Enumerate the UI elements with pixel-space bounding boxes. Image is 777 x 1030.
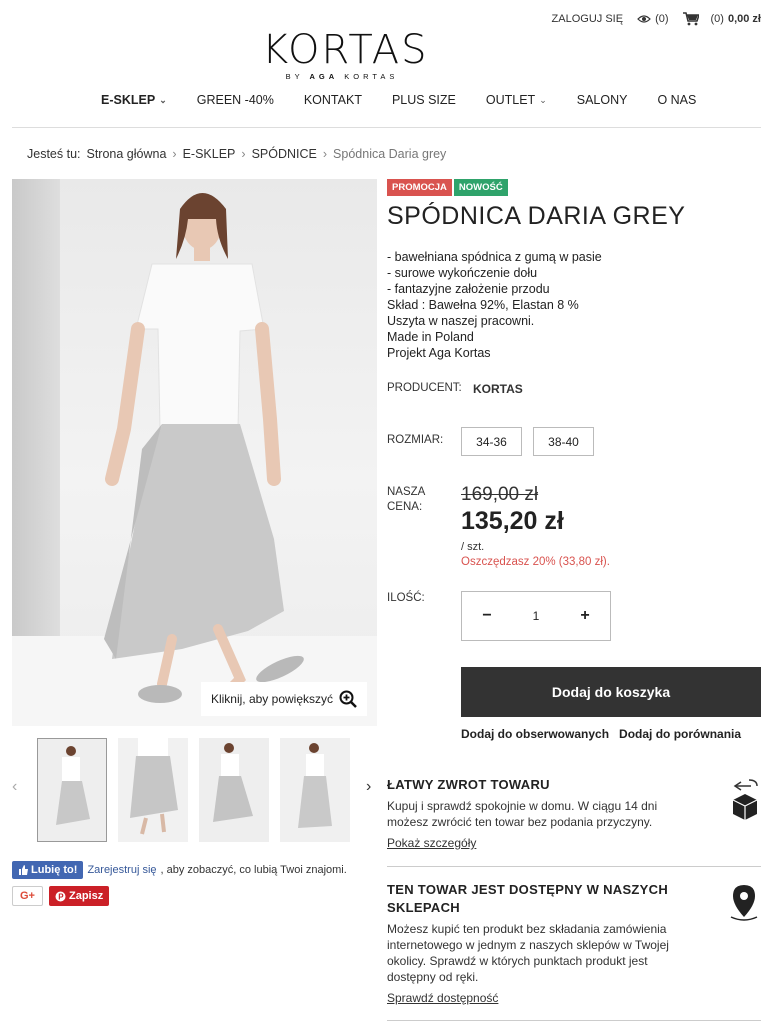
add-to-compare-link[interactable]: Dodaj do porównania xyxy=(619,727,741,741)
product-title: SPÓDNICA DARIA GREY xyxy=(387,202,686,230)
map-pin-icon xyxy=(730,885,758,921)
breadcrumb-link[interactable]: Strona główna xyxy=(87,147,167,161)
nav-item-plus-size[interactable]: PLUS SIZE xyxy=(377,93,471,107)
chevron-right-icon[interactable]: › xyxy=(366,778,371,796)
current-price: 135,20 zł xyxy=(461,507,564,535)
price-label: NASZA CENA: xyxy=(387,486,426,513)
thumbnail[interactable] xyxy=(118,738,188,842)
thumbnail-strip: ‹ › xyxy=(12,738,377,844)
breadcrumb-separator: › xyxy=(322,147,328,161)
facebook-like-button[interactable]: Lubię to! xyxy=(12,861,84,879)
chevron-down-icon: ⌄ xyxy=(539,94,547,105)
check-availability-link[interactable]: Sprawdź dostępność xyxy=(387,991,498,1005)
facebook-register-link[interactable]: Zarejestruj się xyxy=(87,864,156,876)
breadcrumb: Jesteś tu: Strona główna › E-SKLEP › SPÓ… xyxy=(27,147,446,161)
return-info-title: ŁATWY ZWROT TOWARU xyxy=(387,777,550,792)
breadcrumb-prefix: Jesteś tu: xyxy=(27,147,81,161)
store-availability-info: TEN TOWAR JEST DOSTĘPNY W NASZYCH SKLEPA… xyxy=(387,881,761,1005)
thumbnail[interactable] xyxy=(37,738,107,842)
return-details-link[interactable]: Pokaż szczegóły xyxy=(387,836,476,850)
size-option[interactable]: 38-40 xyxy=(533,427,594,456)
nav-item-o-nas[interactable]: O NAS xyxy=(642,93,711,107)
store-info-text: Możesz kupić ten produkt bez składania z… xyxy=(387,922,669,984)
producer-label: PRODUCENT: xyxy=(387,382,462,394)
quantity-stepper: − 1 + xyxy=(461,591,611,641)
google-plus-button[interactable]: G+ xyxy=(12,886,43,906)
breadcrumb-link[interactable]: E-SKLEP xyxy=(183,147,236,161)
eye-icon xyxy=(637,15,651,23)
product-description: - bawełniana spódnica z gumą w pasie - s… xyxy=(387,250,602,360)
breadcrumb-separator: › xyxy=(241,147,246,161)
price-unit: / szt. xyxy=(461,541,485,553)
login-link[interactable]: ZALOGUJ SIĘ xyxy=(552,13,624,25)
section-divider xyxy=(387,866,761,867)
pinterest-button[interactable]: P Zapisz xyxy=(48,886,110,906)
top-bar: ZALOGUJ SIĘ (0) (0) 0,00 zł xyxy=(552,12,761,26)
zoom-button[interactable]: Kliknij, aby powiększyć xyxy=(200,682,367,716)
chevron-left-icon[interactable]: ‹ xyxy=(12,778,17,796)
quantity-decrease-button[interactable]: − xyxy=(462,607,512,625)
nav-divider xyxy=(12,127,761,128)
svg-text:P: P xyxy=(58,892,64,901)
site-logo[interactable]: KORTAS BY AGA KORTAS xyxy=(262,27,429,81)
quantity-label: ILOŚĆ: xyxy=(387,592,425,604)
promo-badge: PROMOCJA xyxy=(387,179,452,196)
breadcrumb-separator: › xyxy=(172,147,177,161)
nav-item-e-sklep[interactable]: E-SKLEP ⌄ xyxy=(86,93,182,107)
share-row: G+ P Zapisz xyxy=(12,886,110,906)
cart-count: (0) xyxy=(710,13,724,25)
facebook-like-row: Lubię to! Zarejestruj się , aby zobaczyć,… xyxy=(12,861,347,879)
quantity-increase-button[interactable]: + xyxy=(560,607,610,625)
return-box-icon xyxy=(732,779,758,820)
pinterest-icon: P xyxy=(55,891,66,901)
breadcrumb-current: Spódnica Daria grey xyxy=(333,147,447,161)
logo-subtitle: BY AGA KORTAS xyxy=(285,72,399,81)
cart-icon xyxy=(682,12,699,26)
section-divider xyxy=(387,1020,761,1021)
chevron-down-icon: ⌄ xyxy=(159,94,167,105)
nav-item-salony[interactable]: SALONY xyxy=(562,93,643,107)
cart-total: 0,00 zł xyxy=(727,13,761,25)
product-badges: PROMOCJA NOWOŚĆ xyxy=(387,179,508,196)
thumbs-up-icon xyxy=(19,865,28,875)
main-nav: E-SKLEP ⌄ GREEN -40% KONTAKT PLUS SIZE OU… xyxy=(86,93,711,107)
thumbnail[interactable] xyxy=(280,738,350,842)
old-price: 169,00 zł xyxy=(461,484,539,505)
nav-item-kontakt[interactable]: KONTAKT xyxy=(289,93,377,107)
return-info: ŁATWY ZWROT TOWARU Kupuj i sprawdź spoko… xyxy=(387,776,761,850)
size-label: ROZMIAR: xyxy=(387,434,444,446)
add-to-watchlist-link[interactable]: Dodaj do obserwowanych xyxy=(461,727,609,741)
zoom-label: Kliknij, aby powiększyć xyxy=(210,692,333,706)
size-option[interactable]: 34-36 xyxy=(461,427,522,456)
watched-link[interactable]: (0) xyxy=(637,13,669,25)
logo-brand: KORTAS xyxy=(262,27,429,73)
watched-count: (0) xyxy=(655,13,669,25)
producer-value[interactable]: KORTAS xyxy=(473,382,523,396)
savings-text: Oszczędzasz 20% (33,80 zł). xyxy=(461,556,610,568)
nav-item-outlet[interactable]: OUTLET ⌄ xyxy=(471,93,562,107)
new-badge: NOWOŚĆ xyxy=(453,179,508,196)
store-info-title: TEN TOWAR JEST DOSTĘPNY W NASZYCH SKLEPA… xyxy=(387,882,669,915)
zoom-in-icon xyxy=(339,690,357,708)
facebook-like-text: , aby zobaczyć, co lubią Twoi znajomi. xyxy=(160,864,347,876)
product-main-image[interactable]: Kliknij, aby powiększyć xyxy=(12,179,377,726)
cart-link[interactable]: (0) 0,00 zł xyxy=(682,12,761,26)
thumbnail[interactable] xyxy=(199,738,269,842)
breadcrumb-link[interactable]: SPÓDNICE xyxy=(252,147,317,161)
secondary-actions: Dodaj do obserwowanych Dodaj do porównan… xyxy=(461,727,741,741)
return-info-text: Kupuj i sprawdź spokojnie w domu. W ciąg… xyxy=(387,799,658,829)
quantity-input[interactable]: 1 xyxy=(512,609,560,623)
add-to-cart-button[interactable]: Dodaj do koszyka xyxy=(461,667,761,717)
nav-item-green[interactable]: GREEN -40% xyxy=(182,93,289,107)
model-figure xyxy=(104,193,304,703)
